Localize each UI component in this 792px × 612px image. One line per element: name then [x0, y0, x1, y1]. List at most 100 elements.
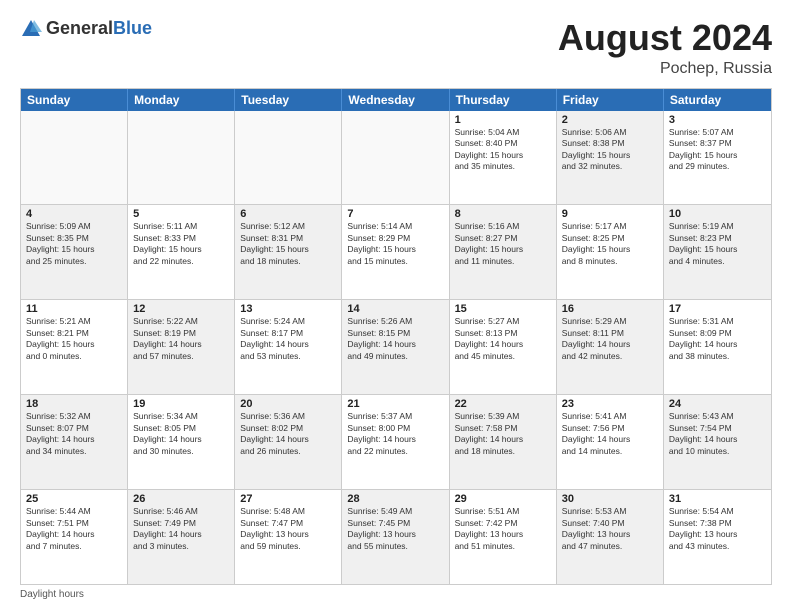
day-number: 14 [347, 303, 443, 315]
header-day-wednesday: Wednesday [342, 89, 449, 111]
page: GeneralBlue August 2024 Pochep, Russia S… [0, 0, 792, 612]
day-number: 18 [26, 398, 122, 410]
cell-info: Sunrise: 5:21 AM Sunset: 8:21 PM Dayligh… [26, 316, 122, 362]
calendar-cell: 4Sunrise: 5:09 AM Sunset: 8:35 PM Daylig… [21, 205, 128, 299]
day-number: 17 [669, 303, 766, 315]
day-number: 19 [133, 398, 229, 410]
calendar-cell: 3Sunrise: 5:07 AM Sunset: 8:37 PM Daylig… [664, 111, 771, 205]
calendar-cell: 5Sunrise: 5:11 AM Sunset: 8:33 PM Daylig… [128, 205, 235, 299]
main-title: August 2024 [558, 18, 772, 58]
cell-info: Sunrise: 5:17 AM Sunset: 8:25 PM Dayligh… [562, 221, 658, 267]
cell-info: Sunrise: 5:24 AM Sunset: 8:17 PM Dayligh… [240, 316, 336, 362]
calendar-cell: 19Sunrise: 5:34 AM Sunset: 8:05 PM Dayli… [128, 395, 235, 489]
calendar-cell: 31Sunrise: 5:54 AM Sunset: 7:38 PM Dayli… [664, 490, 771, 584]
calendar-cell: 15Sunrise: 5:27 AM Sunset: 8:13 PM Dayli… [450, 300, 557, 394]
calendar-cell: 9Sunrise: 5:17 AM Sunset: 8:25 PM Daylig… [557, 205, 664, 299]
day-number: 4 [26, 208, 122, 220]
logo-general: General [46, 18, 113, 38]
day-number: 26 [133, 493, 229, 505]
cell-info: Sunrise: 5:48 AM Sunset: 7:47 PM Dayligh… [240, 506, 336, 552]
cell-info: Sunrise: 5:16 AM Sunset: 8:27 PM Dayligh… [455, 221, 551, 267]
day-number: 7 [347, 208, 443, 220]
cell-info: Sunrise: 5:41 AM Sunset: 7:56 PM Dayligh… [562, 411, 658, 457]
cell-info: Sunrise: 5:14 AM Sunset: 8:29 PM Dayligh… [347, 221, 443, 267]
header-day-tuesday: Tuesday [235, 89, 342, 111]
calendar-cell: 20Sunrise: 5:36 AM Sunset: 8:02 PM Dayli… [235, 395, 342, 489]
title-block: August 2024 Pochep, Russia [558, 18, 772, 78]
calendar-body: 1Sunrise: 5:04 AM Sunset: 8:40 PM Daylig… [21, 111, 771, 584]
day-number: 6 [240, 208, 336, 220]
calendar-cell: 25Sunrise: 5:44 AM Sunset: 7:51 PM Dayli… [21, 490, 128, 584]
day-number: 29 [455, 493, 551, 505]
day-number: 2 [562, 114, 658, 126]
logo-blue: Blue [113, 18, 152, 38]
calendar-cell: 16Sunrise: 5:29 AM Sunset: 8:11 PM Dayli… [557, 300, 664, 394]
header-day-sunday: Sunday [21, 89, 128, 111]
day-number: 31 [669, 493, 766, 505]
calendar-header: SundayMondayTuesdayWednesdayThursdayFrid… [21, 89, 771, 111]
header-day-saturday: Saturday [664, 89, 771, 111]
cell-info: Sunrise: 5:27 AM Sunset: 8:13 PM Dayligh… [455, 316, 551, 362]
cell-info: Sunrise: 5:36 AM Sunset: 8:02 PM Dayligh… [240, 411, 336, 457]
day-number: 20 [240, 398, 336, 410]
logo: GeneralBlue [20, 18, 152, 40]
calendar-cell: 29Sunrise: 5:51 AM Sunset: 7:42 PM Dayli… [450, 490, 557, 584]
calendar-cell [342, 111, 449, 205]
day-number: 13 [240, 303, 336, 315]
cell-info: Sunrise: 5:29 AM Sunset: 8:11 PM Dayligh… [562, 316, 658, 362]
calendar-cell: 28Sunrise: 5:49 AM Sunset: 7:45 PM Dayli… [342, 490, 449, 584]
calendar-cell: 11Sunrise: 5:21 AM Sunset: 8:21 PM Dayli… [21, 300, 128, 394]
logo-icon [20, 18, 42, 40]
cell-info: Sunrise: 5:53 AM Sunset: 7:40 PM Dayligh… [562, 506, 658, 552]
calendar-cell: 27Sunrise: 5:48 AM Sunset: 7:47 PM Dayli… [235, 490, 342, 584]
cell-info: Sunrise: 5:43 AM Sunset: 7:54 PM Dayligh… [669, 411, 766, 457]
cell-info: Sunrise: 5:31 AM Sunset: 8:09 PM Dayligh… [669, 316, 766, 362]
day-number: 25 [26, 493, 122, 505]
calendar-cell: 8Sunrise: 5:16 AM Sunset: 8:27 PM Daylig… [450, 205, 557, 299]
cell-info: Sunrise: 5:32 AM Sunset: 8:07 PM Dayligh… [26, 411, 122, 457]
calendar-cell: 23Sunrise: 5:41 AM Sunset: 7:56 PM Dayli… [557, 395, 664, 489]
day-number: 21 [347, 398, 443, 410]
calendar-week-2: 4Sunrise: 5:09 AM Sunset: 8:35 PM Daylig… [21, 205, 771, 300]
header: GeneralBlue August 2024 Pochep, Russia [20, 18, 772, 78]
calendar-cell: 30Sunrise: 5:53 AM Sunset: 7:40 PM Dayli… [557, 490, 664, 584]
cell-info: Sunrise: 5:37 AM Sunset: 8:00 PM Dayligh… [347, 411, 443, 457]
calendar-cell: 17Sunrise: 5:31 AM Sunset: 8:09 PM Dayli… [664, 300, 771, 394]
cell-info: Sunrise: 5:34 AM Sunset: 8:05 PM Dayligh… [133, 411, 229, 457]
calendar-cell [21, 111, 128, 205]
calendar-week-3: 11Sunrise: 5:21 AM Sunset: 8:21 PM Dayli… [21, 300, 771, 395]
calendar-cell: 24Sunrise: 5:43 AM Sunset: 7:54 PM Dayli… [664, 395, 771, 489]
cell-info: Sunrise: 5:26 AM Sunset: 8:15 PM Dayligh… [347, 316, 443, 362]
day-number: 16 [562, 303, 658, 315]
cell-info: Sunrise: 5:46 AM Sunset: 7:49 PM Dayligh… [133, 506, 229, 552]
cell-info: Sunrise: 5:11 AM Sunset: 8:33 PM Dayligh… [133, 221, 229, 267]
cell-info: Sunrise: 5:51 AM Sunset: 7:42 PM Dayligh… [455, 506, 551, 552]
day-number: 22 [455, 398, 551, 410]
calendar-week-1: 1Sunrise: 5:04 AM Sunset: 8:40 PM Daylig… [21, 111, 771, 206]
day-number: 28 [347, 493, 443, 505]
cell-info: Sunrise: 5:39 AM Sunset: 7:58 PM Dayligh… [455, 411, 551, 457]
cell-info: Sunrise: 5:49 AM Sunset: 7:45 PM Dayligh… [347, 506, 443, 552]
subtitle: Pochep, Russia [558, 60, 772, 78]
calendar-cell: 6Sunrise: 5:12 AM Sunset: 8:31 PM Daylig… [235, 205, 342, 299]
calendar-cell: 13Sunrise: 5:24 AM Sunset: 8:17 PM Dayli… [235, 300, 342, 394]
day-number: 11 [26, 303, 122, 315]
cell-info: Sunrise: 5:22 AM Sunset: 8:19 PM Dayligh… [133, 316, 229, 362]
day-number: 15 [455, 303, 551, 315]
calendar-week-4: 18Sunrise: 5:32 AM Sunset: 8:07 PM Dayli… [21, 395, 771, 490]
calendar-cell [128, 111, 235, 205]
day-number: 27 [240, 493, 336, 505]
cell-info: Sunrise: 5:07 AM Sunset: 8:37 PM Dayligh… [669, 127, 766, 173]
header-day-friday: Friday [557, 89, 664, 111]
day-number: 24 [669, 398, 766, 410]
day-number: 1 [455, 114, 551, 126]
cell-info: Sunrise: 5:54 AM Sunset: 7:38 PM Dayligh… [669, 506, 766, 552]
calendar-cell: 1Sunrise: 5:04 AM Sunset: 8:40 PM Daylig… [450, 111, 557, 205]
cell-info: Sunrise: 5:19 AM Sunset: 8:23 PM Dayligh… [669, 221, 766, 267]
header-day-monday: Monday [128, 89, 235, 111]
calendar-cell: 18Sunrise: 5:32 AM Sunset: 8:07 PM Dayli… [21, 395, 128, 489]
cell-info: Sunrise: 5:06 AM Sunset: 8:38 PM Dayligh… [562, 127, 658, 173]
day-number: 5 [133, 208, 229, 220]
cell-info: Sunrise: 5:09 AM Sunset: 8:35 PM Dayligh… [26, 221, 122, 267]
calendar-cell: 2Sunrise: 5:06 AM Sunset: 8:38 PM Daylig… [557, 111, 664, 205]
